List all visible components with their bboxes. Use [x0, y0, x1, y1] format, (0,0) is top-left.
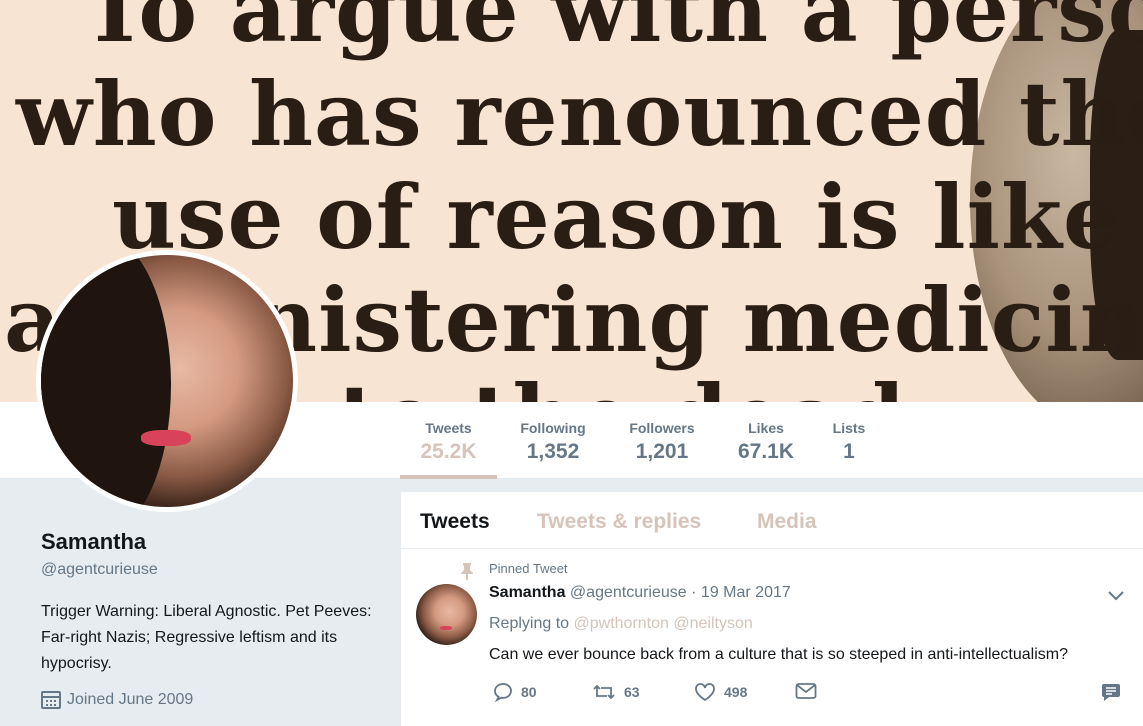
retweet-icon — [593, 684, 615, 700]
chevron-down-icon[interactable] — [1107, 589, 1125, 601]
like-button[interactable]: 498 — [694, 682, 747, 702]
avatar-photo — [41, 255, 293, 507]
banner-quote-line-5: to the dead — [338, 365, 906, 402]
replying-to-prefix: Replying to — [489, 615, 570, 632]
profile-bio: Trigger Warning: Liberal Agnostic. Pet P… — [41, 603, 372, 672]
heart-icon — [695, 683, 715, 702]
stat-lists-value: 1 — [843, 440, 855, 463]
stat-likes-value: 67.1K — [737, 440, 795, 463]
analytics-button[interactable] — [1100, 682, 1122, 702]
banner-quote-line-1: To argue with a person — [82, 0, 1143, 62]
stat-following-label: Following — [520, 420, 586, 436]
stat-tweets-value: 25.2K — [420, 440, 477, 463]
replying-to: Replying to @pwthornton @neiltyson — [489, 615, 753, 633]
tweet-item[interactable]: Pinned Tweet Samantha @agentcurieuse · 1… — [401, 549, 1143, 726]
tweet-avatar[interactable] — [416, 584, 477, 645]
stat-followers-value: 1,201 — [635, 440, 689, 463]
reply-button[interactable]: 80 — [493, 682, 537, 702]
tweet-header: Samantha @agentcurieuse · 19 Mar 2017 — [489, 584, 791, 602]
envelope-icon — [795, 683, 817, 699]
retweet-count: 63 — [624, 684, 640, 700]
tweet-separator: · — [691, 584, 697, 601]
profile-joined-text: Joined June 2009 — [67, 691, 194, 708]
tweet-actions: 80 63 498 — [401, 682, 1143, 712]
retweet-button[interactable]: 63 — [592, 682, 640, 702]
stat-tweets-label: Tweets — [425, 420, 472, 436]
banner-quote-line-2: who has renounced the — [16, 62, 1143, 166]
timeline-tabs: Tweets Tweets & replies Media — [401, 492, 1143, 549]
pinned-tweet-label: Pinned Tweet — [489, 561, 568, 576]
direct-message-button[interactable] — [795, 682, 817, 700]
tweet-author-handle[interactable]: @agentcurieuse — [570, 584, 687, 601]
stat-likes-label: Likes — [748, 420, 784, 436]
tab-tweets[interactable]: Tweets — [420, 510, 490, 534]
profile-handle[interactable]: @agentcurieuse — [41, 561, 158, 579]
stat-likes[interactable]: Likes 67.1K — [728, 402, 804, 479]
profile-avatar[interactable] — [36, 250, 298, 512]
mention-link[interactable]: @pwthornton — [574, 615, 669, 632]
stat-following[interactable]: Following 1,352 — [508, 402, 598, 479]
like-count: 498 — [724, 684, 748, 700]
calendar-icon — [41, 691, 61, 709]
tab-tweets-replies[interactable]: Tweets & replies — [537, 510, 701, 534]
profile-name[interactable]: Samantha — [41, 529, 146, 555]
timeline: Tweets Tweets & replies Media Pinned Twe… — [401, 492, 1143, 726]
mention-link[interactable]: @neiltyson — [673, 615, 752, 632]
tweet-author-name[interactable]: Samantha — [489, 584, 565, 601]
profile-joined: Joined June 2009 — [41, 691, 193, 709]
tweet-text: Can we ever bounce back from a culture t… — [489, 646, 1068, 663]
pin-icon — [461, 563, 473, 580]
stat-followers-label: Followers — [629, 420, 695, 436]
stat-followers[interactable]: Followers 1,201 — [618, 402, 706, 479]
profile-card: Samantha @agentcurieuse Trigger Warning:… — [0, 479, 390, 726]
stat-lists[interactable]: Lists 1 — [826, 402, 872, 479]
stat-lists-label: Lists — [832, 420, 866, 436]
reply-count: 80 — [521, 684, 537, 700]
tweet-timestamp[interactable]: 19 Mar 2017 — [701, 584, 791, 601]
stat-following-value: 1,352 — [526, 440, 580, 463]
reply-icon — [494, 682, 512, 702]
comment-bubble-icon — [1102, 684, 1120, 701]
stat-tweets[interactable]: Tweets 25.2K — [400, 402, 497, 479]
tab-media[interactable]: Media — [757, 510, 817, 534]
banner-quote-line-3: use of reason is like — [112, 165, 1120, 269]
